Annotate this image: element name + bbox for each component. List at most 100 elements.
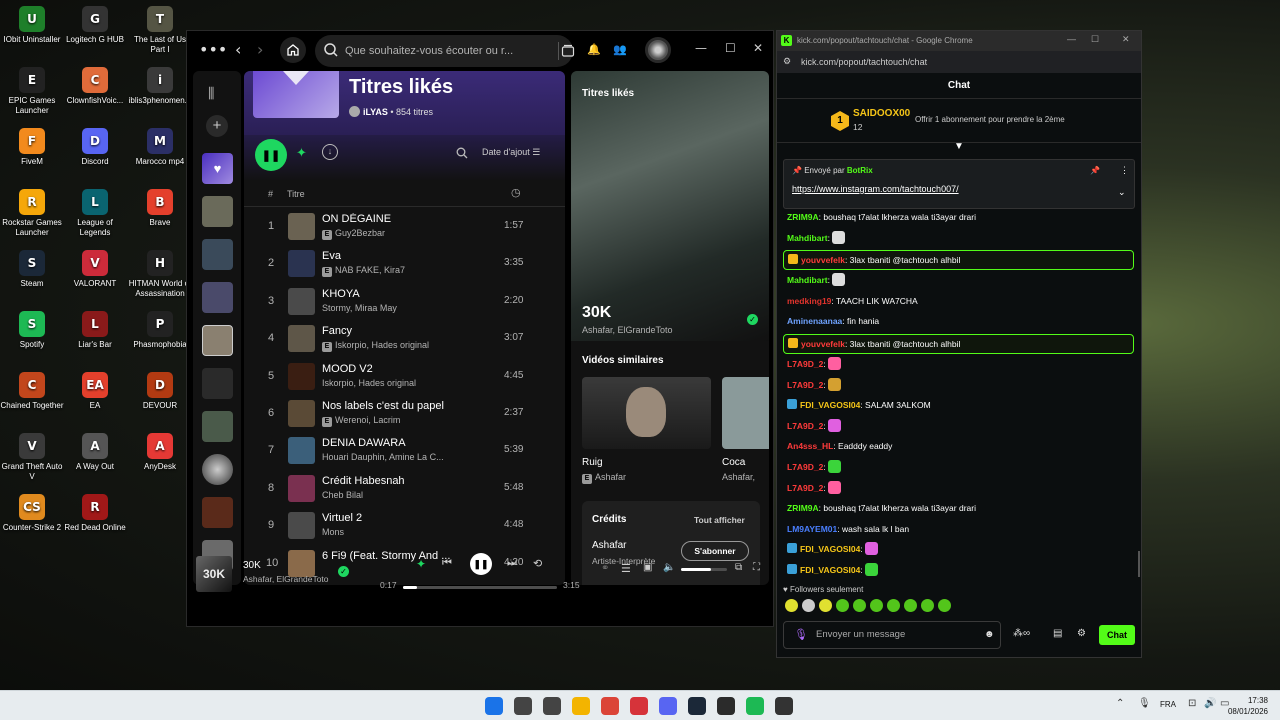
taskbar-steam-icon[interactable]: [688, 697, 706, 715]
desktop-icon[interactable]: D Discord: [63, 128, 127, 167]
chat-username[interactable]: ZRIM9A: [787, 503, 819, 513]
scrollbar[interactable]: [1138, 551, 1140, 577]
video-title[interactable]: Ruig: [582, 457, 603, 468]
chat-message[interactable]: L7A9D_2:: [787, 356, 842, 372]
desktop-icon[interactable]: L Liar's Bar: [63, 311, 127, 350]
chat-username[interactable]: medking19: [787, 296, 831, 306]
next-icon[interactable]: ⏭: [507, 557, 517, 570]
library-item[interactable]: [202, 454, 233, 485]
desktop-icon[interactable]: i iblis3phenomen...: [128, 67, 192, 106]
chat-message[interactable]: FDI_VAGOSI04:: [787, 562, 879, 578]
track-artist[interactable]: Cheb Bilal: [322, 490, 502, 500]
desktop-icon[interactable]: T The Last of Us Part I: [128, 6, 192, 55]
track-artist[interactable]: Iskorpio, Hades original: [322, 378, 502, 388]
chat-message[interactable]: Aminenaanaa: fin hania: [787, 313, 879, 329]
track-artist[interactable]: E Iskorpio, Hades original: [322, 340, 502, 353]
chat-message[interactable]: Mahdibart:: [787, 272, 846, 288]
desktop-icon[interactable]: L League of Legends: [63, 189, 127, 238]
track-title[interactable]: Nos labels c'est du papel: [322, 400, 522, 412]
track-title[interactable]: Crédit Habesnah: [322, 475, 522, 487]
sort-button[interactable]: Date d'ajout ☰: [482, 147, 540, 158]
close-icon[interactable]: ✕: [1122, 34, 1130, 45]
desktop-icon[interactable]: S Spotify: [0, 311, 64, 350]
desktop-icon[interactable]: M Marocco mp4: [128, 128, 192, 167]
desktop-icon[interactable]: H HITMAN World of Assassination: [128, 250, 192, 299]
search-icon[interactable]: [456, 147, 468, 159]
chat-username[interactable]: Mahdibart: [787, 275, 828, 285]
clock[interactable]: 17:38 08/01/2026: [1228, 695, 1268, 717]
video-thumb[interactable]: [582, 377, 711, 449]
track-artist[interactable]: E Guy2Bezbar: [322, 228, 502, 240]
pinned-link[interactable]: https://www.instagram.com/tachtouch007/: [792, 184, 959, 194]
chevron-down-icon[interactable]: ⌄: [1118, 187, 1126, 198]
devices-icon[interactable]: ▣: [643, 562, 652, 573]
desktop-icon[interactable]: C ClownfishVoic...: [63, 67, 127, 106]
library-item[interactable]: [202, 325, 233, 356]
emote[interactable]: [785, 599, 798, 612]
emoji-icon[interactable]: ☻: [984, 622, 995, 648]
desktop-icon[interactable]: R Rockstar Games Launcher: [0, 189, 64, 238]
chat-username[interactable]: An4sss_HL: [787, 441, 833, 451]
album-art[interactable]: 30K: [196, 556, 232, 592]
site-info-icon[interactable]: ⚙: [783, 56, 791, 67]
track-title[interactable]: Fancy: [322, 325, 522, 337]
miniplayer-icon[interactable]: ⧉: [735, 562, 742, 573]
track-row[interactable]: 6 Nos labels c'est du papel E Werenoi, Lacr…: [244, 395, 565, 432]
browse-icon[interactable]: [561, 44, 575, 58]
desktop-icon[interactable]: V VALORANT: [63, 250, 127, 289]
track-artist[interactable]: Houari Dauphin, Amine La C...: [322, 452, 502, 462]
track-artist[interactable]: Stormy, Miraa May: [322, 303, 502, 313]
library-item[interactable]: [202, 239, 233, 270]
chat-message[interactable]: L7A9D_2:: [787, 377, 842, 393]
search-input[interactable]: Que souhaitez-vous écouter ou r...: [315, 35, 575, 67]
chat-username[interactable]: youvvefelk: [801, 339, 845, 349]
send-chat-button[interactable]: Chat: [1099, 625, 1135, 645]
taskbar-discord-icon[interactable]: [659, 697, 677, 715]
desktop-icon[interactable]: F FiveM: [0, 128, 64, 167]
desktop-icon[interactable]: A AnyDesk: [128, 433, 192, 472]
track-row[interactable]: 2 Eva E NAB FAKE, Kira7 3:35: [244, 245, 565, 282]
now-playing-title[interactable]: 30K: [582, 304, 611, 322]
track-artist[interactable]: E NAB FAKE, Kira7: [322, 265, 502, 278]
progress-bar[interactable]: [403, 586, 557, 589]
chat-message[interactable]: medking19: TAACH LIK WA7CHA: [787, 293, 918, 309]
back-icon[interactable]: ‹: [235, 40, 241, 59]
chat-username[interactable]: FDI_VAGOSI04: [800, 400, 860, 410]
minimize-icon[interactable]: —: [695, 41, 707, 55]
chat-username[interactable]: Aminenaanaa: [787, 316, 842, 326]
track-row[interactable]: 4 Fancy E Iskorpio, Hades original 3:07: [244, 320, 565, 357]
desktop-icon[interactable]: U IObit Uninstaller: [0, 6, 64, 45]
chat-username[interactable]: youvvefelk: [801, 255, 845, 265]
taskbar-app-dark-icon[interactable]: [717, 697, 735, 715]
desktop-icon[interactable]: G Logitech G HUB: [63, 6, 127, 45]
address-bar[interactable]: ⚙ kick.com/popout/tachtouch/chat: [777, 51, 1141, 73]
forward-icon[interactable]: ›: [257, 40, 263, 59]
taskbar-app-black-icon[interactable]: [775, 697, 793, 715]
library-item[interactable]: [202, 368, 233, 399]
track-row[interactable]: 9 Virtuel 2 Mons 4:48: [244, 507, 565, 544]
close-icon[interactable]: ✕: [753, 41, 763, 55]
chat-username[interactable]: FDI_VAGOSI04: [800, 565, 860, 575]
fullscreen-icon[interactable]: ⛶: [753, 562, 760, 573]
emote[interactable]: [904, 599, 917, 612]
chat-input[interactable]: 🎙 Envoyer un message ☻: [783, 621, 1001, 649]
mic-icon[interactable]: 🎙: [794, 622, 808, 648]
gifter-name[interactable]: SAIDOOX00: [853, 108, 910, 119]
track-title[interactable]: Eva: [322, 250, 522, 262]
video-title[interactable]: Coca: [722, 457, 745, 468]
volume-slider[interactable]: [681, 568, 727, 571]
emote[interactable]: [887, 599, 900, 612]
more-icon[interactable]: ⋮: [1120, 165, 1129, 176]
scroll-down-icon[interactable]: ▼: [954, 141, 964, 152]
video-artist[interactable]: Ashafar,: [722, 472, 755, 482]
reward-icon[interactable]: ⁂∞: [1013, 628, 1030, 639]
emote[interactable]: [802, 599, 815, 612]
track-artist[interactable]: E Werenoi, Lacrim: [322, 415, 502, 427]
maximize-icon[interactable]: ☐: [725, 41, 736, 55]
chat-username[interactable]: L7A9D_2: [787, 359, 823, 369]
smart-shuffle-icon[interactable]: ✦: [296, 145, 307, 161]
desktop-icon[interactable]: S Steam: [0, 250, 64, 289]
chat-username[interactable]: FDI_VAGOSI04: [800, 544, 860, 554]
chat-username[interactable]: LM9AYEM01: [787, 524, 837, 534]
track-row[interactable]: 5 MOOD V2 Iskorpio, Hades original 4:45: [244, 358, 565, 395]
